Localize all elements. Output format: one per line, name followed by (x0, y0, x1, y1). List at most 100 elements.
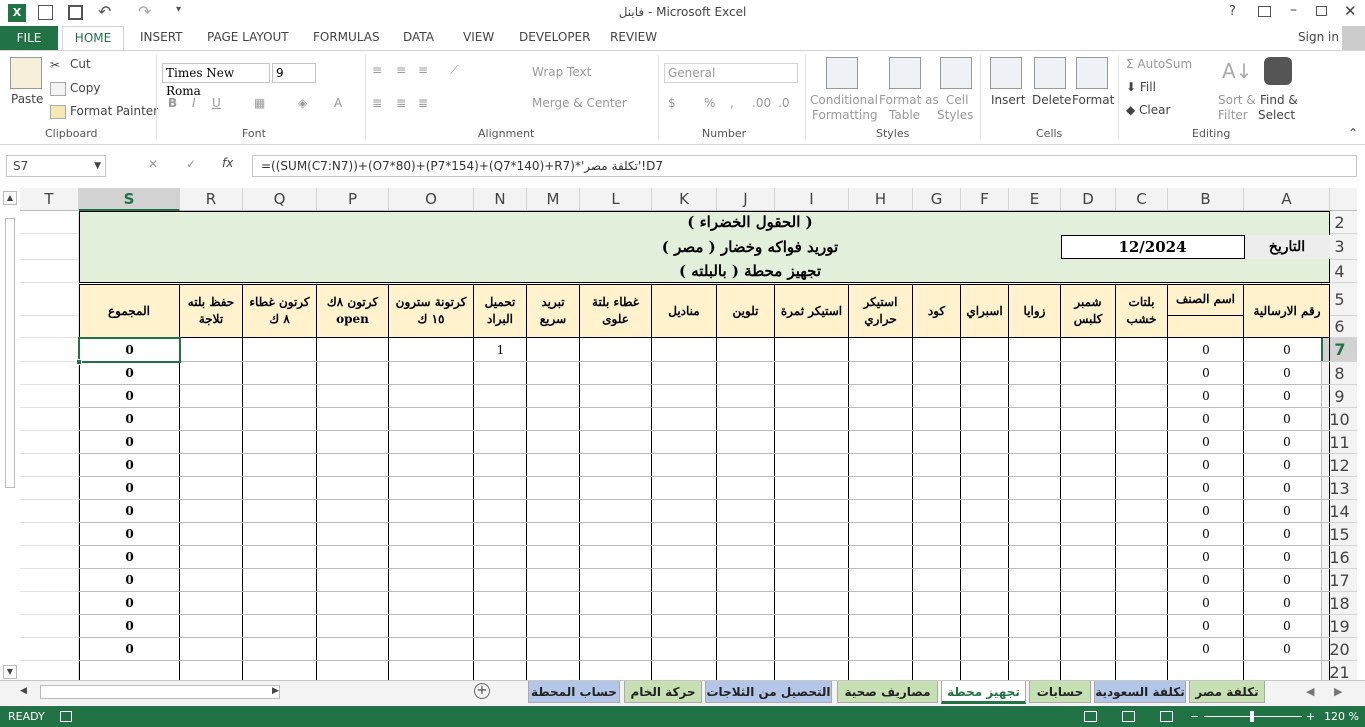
insert-cells-icon[interactable] (990, 57, 1022, 89)
cell-b17[interactable]: 0 (1168, 569, 1244, 592)
column-header-t[interactable]: T (20, 188, 79, 211)
restore-icon[interactable] (1316, 6, 1327, 16)
cell-b8[interactable]: 0 (1168, 362, 1244, 385)
decrease-decimal-icon[interactable]: .0 (778, 96, 789, 110)
paste-button[interactable]: Paste (11, 92, 43, 106)
cell-s19[interactable]: 0 (79, 615, 180, 638)
delete-cells-icon[interactable] (1034, 57, 1066, 89)
cell-n7[interactable]: 1 (474, 338, 527, 362)
cell-s11[interactable]: 0 (79, 431, 180, 454)
scroll-down-icon[interactable]: ▼ (3, 665, 17, 679)
comma-icon[interactable]: , (730, 96, 734, 110)
tab-developer[interactable]: DEVELOPER (519, 30, 590, 44)
cell-s16[interactable]: 0 (79, 546, 180, 569)
currency-icon[interactable]: $ (668, 96, 676, 110)
column-header-g[interactable]: G (913, 188, 961, 211)
column-header-p[interactable]: P (317, 188, 389, 211)
merge-center-button[interactable]: Merge & Center (532, 96, 627, 110)
avatar[interactable] (1342, 26, 1365, 50)
column-header-i[interactable]: I (775, 188, 849, 211)
insert-cells-button[interactable]: Insert (991, 93, 1025, 107)
cell-a17[interactable]: 0 (1244, 569, 1330, 592)
align-middle-icon[interactable]: ≡ (396, 63, 406, 77)
column-header-l[interactable]: L (580, 188, 652, 211)
font-color-icon[interactable]: A (334, 96, 342, 110)
cell-s17[interactable]: 0 (79, 569, 180, 592)
cell-a13[interactable]: 0 (1244, 477, 1330, 500)
cell-a20[interactable]: 0 (1244, 638, 1330, 661)
horizontal-scroll-right-icon[interactable]: ▶ (272, 686, 279, 696)
minimize-icon[interactable]: – (1290, 2, 1297, 18)
horizontal-scroll-left-icon[interactable]: ◀ (20, 686, 27, 696)
italic-button[interactable]: I (192, 96, 196, 110)
page-layout-view-icon[interactable] (1122, 711, 1135, 722)
cell-b18[interactable]: 0 (1168, 592, 1244, 615)
column-header-m[interactable]: M (527, 188, 580, 211)
cell-s20[interactable]: 0 (79, 638, 180, 661)
cell-b12[interactable]: 0 (1168, 454, 1244, 477)
cancel-icon[interactable]: ✕ (148, 157, 158, 171)
column-header-s[interactable]: S (79, 188, 180, 211)
cell-a10[interactable]: 0 (1244, 408, 1330, 431)
formula-input[interactable]: =((SUM(C7:N7))+(O7*80)+(P7*154)+(Q7*140)… (252, 155, 1357, 177)
format-cells-button[interactable]: Format (1072, 93, 1114, 107)
cell-b15[interactable]: 0 (1168, 523, 1244, 546)
column-header-a[interactable]: A (1244, 188, 1330, 211)
column-header-c[interactable]: C (1116, 188, 1168, 211)
cell-a14[interactable]: 0 (1244, 500, 1330, 523)
cell-s13[interactable]: 0 (79, 477, 180, 500)
wrap-text-button[interactable]: Wrap Text (532, 65, 591, 79)
tab-page-layout[interactable]: PAGE LAYOUT (207, 30, 289, 44)
collapse-ribbon-icon[interactable]: ⌃ (1348, 126, 1358, 140)
find-select-label-2[interactable]: Select (1258, 108, 1295, 122)
sheet-tab-3[interactable]: مصاريف صحية (837, 681, 938, 703)
orientation-icon[interactable]: ⟋ (450, 63, 458, 78)
column-header-r[interactable]: R (180, 188, 243, 211)
name-box[interactable]: S7 ▼ (6, 155, 106, 177)
zoom-level[interactable]: 120 % (1324, 706, 1359, 727)
fill-button[interactable]: ⬇ Fill (1126, 80, 1156, 94)
sheet-tab-6[interactable]: تكلفة السعودية (1094, 681, 1186, 703)
cell-s15[interactable]: 0 (79, 523, 180, 546)
zoom-in-icon[interactable]: + (1306, 706, 1315, 727)
sheet-tab-5[interactable]: حسابات (1029, 681, 1091, 703)
cell-a12[interactable]: 0 (1244, 454, 1330, 477)
sheet-tab-0[interactable]: حساب المحطة (528, 681, 620, 703)
insert-function-icon[interactable]: fx (222, 156, 233, 170)
cell-a19[interactable]: 0 (1244, 615, 1330, 638)
sign-in-link[interactable]: Sign in (1298, 30, 1339, 44)
sort-filter-label[interactable]: Sort & (1218, 93, 1256, 107)
sheet-tab-7[interactable]: تكلفة مصر (1189, 681, 1265, 703)
horizontal-scrollbar[interactable] (40, 685, 280, 699)
cell-s9[interactable]: 0 (79, 385, 180, 408)
cell-b13[interactable]: 0 (1168, 477, 1244, 500)
tab-file[interactable]: FILE (0, 26, 58, 50)
cell-s8[interactable]: 0 (79, 362, 180, 385)
borders-icon[interactable]: ▦ (254, 96, 265, 110)
tab-formulas[interactable]: FORMULAS (313, 30, 380, 44)
cut-button[interactable]: ✂ Cut (50, 57, 91, 72)
column-header-f[interactable]: F (961, 188, 1009, 211)
help-icon[interactable]: ? (1229, 4, 1236, 19)
column-header-e[interactable]: E (1009, 188, 1061, 211)
cell-b11[interactable]: 0 (1168, 431, 1244, 454)
cell-s10[interactable]: 0 (79, 408, 180, 431)
column-header-h[interactable]: H (849, 188, 913, 211)
zoom-slider-thumb[interactable] (1250, 711, 1254, 722)
sheet-tab-1[interactable]: حركة الخام (624, 681, 702, 703)
select-all-corner[interactable] (1330, 188, 1357, 211)
cell-a11[interactable]: 0 (1244, 431, 1330, 454)
tab-data[interactable]: DATA (403, 30, 434, 44)
autosum-button[interactable]: Σ AutoSum (1126, 57, 1192, 71)
align-left-icon[interactable]: ≣ (372, 96, 382, 110)
format-painter-button[interactable]: Format Painter (50, 104, 158, 119)
bold-button[interactable]: B (168, 96, 177, 110)
conditional-formatting-icon[interactable] (826, 57, 858, 89)
column-header-o[interactable]: O (389, 188, 474, 211)
cell-b7[interactable]: 0 (1168, 338, 1244, 362)
align-right-icon[interactable]: ≣ (418, 96, 428, 110)
cell-s14[interactable]: 0 (79, 500, 180, 523)
align-bottom-icon[interactable]: ≡ (418, 63, 428, 77)
cell-a7[interactable]: 0 (1244, 338, 1330, 362)
page-break-view-icon[interactable] (1160, 711, 1173, 722)
